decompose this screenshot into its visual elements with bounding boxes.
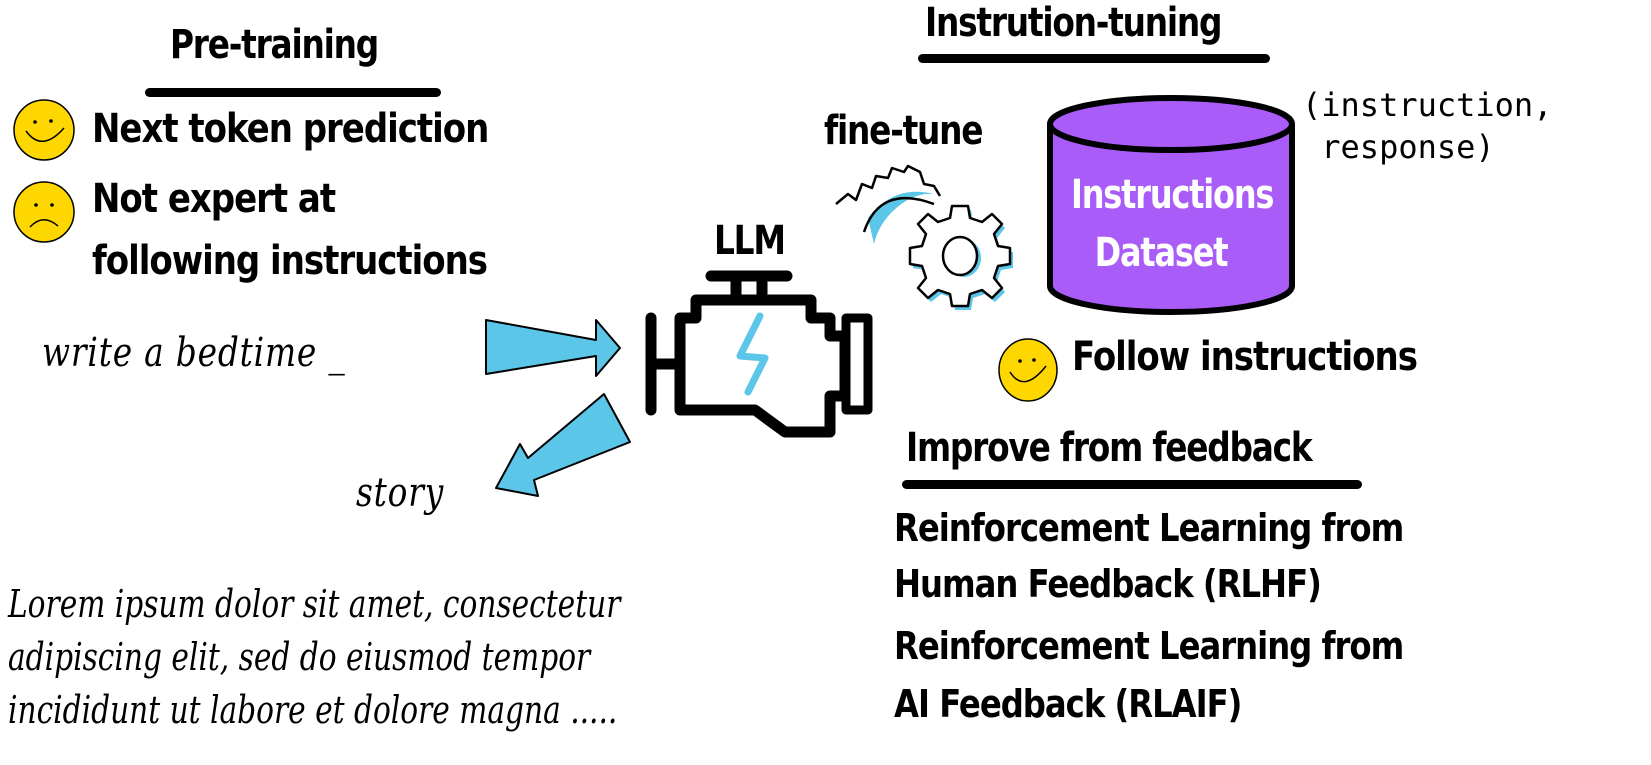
pair-format-line2: response) (1302, 128, 1495, 166)
sad-face-icon (13, 181, 75, 243)
feedback-title: Improve from feedback (906, 425, 1313, 471)
pretraining-underline (145, 88, 441, 97)
lorem-line-1: Lorem ipsum dolor sit amet, consectetur (8, 582, 621, 626)
rlaif-line2: AI Feedback (RLAIF) (894, 682, 1242, 726)
output-arrow-icon (495, 393, 631, 497)
llm-label: LLM (714, 218, 786, 264)
not-expert-text-line2: following instructions (92, 238, 488, 284)
dataset-label-line2: Dataset (1094, 230, 1229, 276)
rlhf-line2: Human Feedback (RLHF) (894, 562, 1322, 606)
happy-face-icon (998, 338, 1058, 402)
rlaif-line1: Reinforcement Learning from (894, 624, 1404, 668)
pair-format-line1: (instruction, (1302, 86, 1553, 124)
follow-instructions-text: Follow instructions (1072, 334, 1418, 380)
fine-tune-label: fine-tune (824, 108, 984, 154)
not-expert-text-line1: Not expert at (92, 176, 336, 222)
happy-face-icon (13, 99, 75, 161)
rlhf-line1: Reinforcement Learning from (894, 506, 1404, 550)
prompt-text: write a bedtime _ (42, 330, 346, 376)
input-arrow-icon (485, 319, 621, 377)
feedback-underline (902, 480, 1362, 489)
gears-icon (835, 164, 1013, 310)
dataset-label-line1: Instructions (1071, 172, 1274, 218)
lorem-line-2: adipiscing elit, sed do eiusmod tempor (8, 635, 591, 679)
next-token-prediction-text: Next token prediction (92, 106, 489, 152)
instruction-tuning-underline (918, 54, 1270, 63)
prediction-text: story (356, 470, 445, 516)
instruction-tuning-title: Instrution-tuning (925, 0, 1222, 46)
pretraining-title: Pre-training (170, 22, 379, 68)
lorem-line-3: incididunt ut labore et dolore magna ...… (8, 688, 618, 732)
